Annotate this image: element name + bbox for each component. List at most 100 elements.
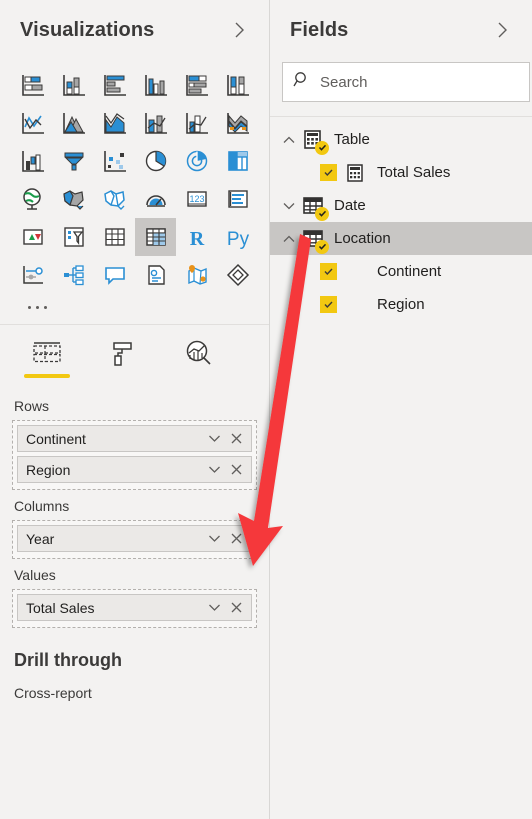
waterfall-chart-icon[interactable] <box>12 142 53 180</box>
close-icon[interactable] <box>225 597 247 619</box>
multi-row-card-icon[interactable] <box>217 180 258 218</box>
close-icon[interactable] <box>225 528 247 550</box>
more-options-icon[interactable] <box>28 296 261 318</box>
gallery-row <box>12 142 261 180</box>
gauge-icon[interactable] <box>135 180 176 218</box>
shape-map-icon[interactable] <box>94 180 135 218</box>
tree-table-label: Date <box>334 197 366 214</box>
key-influencers-icon[interactable] <box>12 256 53 294</box>
chevron-right-icon[interactable] <box>229 19 251 41</box>
funnel-chart-icon[interactable] <box>53 142 94 180</box>
scatter-chart-icon[interactable] <box>94 142 135 180</box>
stacked-bar-chart-icon[interactable] <box>12 66 53 104</box>
gallery-row <box>12 104 261 142</box>
tree-table-location[interactable]: Location <box>270 222 532 255</box>
donut-chart-icon[interactable] <box>176 142 217 180</box>
stacked-area-chart-icon[interactable] <box>94 104 135 142</box>
close-icon[interactable] <box>225 459 247 481</box>
python-visual-icon[interactable]: Py <box>217 218 258 256</box>
field-chip-continent[interactable]: Continent <box>17 425 252 452</box>
search-input[interactable]: Search <box>282 62 530 102</box>
tab-fields[interactable] <box>22 335 72 380</box>
measure-calculator-icon <box>347 163 365 182</box>
card-icon[interactable]: 123 <box>176 180 217 218</box>
smart-narrative-icon[interactable] <box>135 256 176 294</box>
hundred-percent-stacked-bar-chart-icon[interactable] <box>176 66 217 104</box>
tree-field-continent[interactable]: Continent <box>270 255 532 288</box>
field-label: Region <box>377 296 425 313</box>
line-and-stacked-column-chart-icon[interactable] <box>135 104 176 142</box>
chevron-down-icon[interactable] <box>276 201 302 211</box>
drill-through-title: Drill through <box>14 650 122 670</box>
values-well[interactable]: Total Sales <box>12 589 257 628</box>
check-badge-icon <box>315 140 329 155</box>
field-checkbox[interactable] <box>320 263 337 280</box>
visualizations-header: Visualizations <box>0 0 269 60</box>
clustered-column-chart-icon[interactable] <box>135 66 176 104</box>
field-chip-region[interactable]: Region <box>17 456 252 483</box>
tree-table-table[interactable]: Table <box>270 123 532 156</box>
tab-analytics[interactable] <box>174 335 224 380</box>
field-chip-year[interactable]: Year <box>17 525 252 552</box>
svg-text:123: 123 <box>189 194 204 204</box>
gallery-row <box>12 256 261 294</box>
line-chart-icon[interactable] <box>12 104 53 142</box>
tab-underline <box>176 374 222 378</box>
tree-table-date[interactable]: Date <box>270 189 532 222</box>
check-badge-icon <box>315 206 329 221</box>
visualization-gallery: 123 R Py <box>0 60 269 324</box>
field-wells: Rows Continent Region Columns Year Value… <box>0 380 269 628</box>
field-chip-total-sales[interactable]: Total Sales <box>17 594 252 621</box>
chevron-down-icon[interactable] <box>203 428 225 450</box>
filled-map-icon[interactable] <box>53 180 94 218</box>
check-badge-icon <box>315 239 329 254</box>
stacked-column-chart-icon[interactable] <box>53 66 94 104</box>
rows-well-label: Rows <box>14 398 50 414</box>
map-icon[interactable] <box>12 180 53 218</box>
paginated-report-icon[interactable] <box>217 256 258 294</box>
area-chart-icon[interactable] <box>53 104 94 142</box>
chevron-down-icon[interactable] <box>203 528 225 550</box>
rows-well[interactable]: Continent Region <box>12 420 257 490</box>
chevron-down-icon[interactable] <box>203 597 225 619</box>
powerbi-panes-root: Visualizations 123 R Py Rows Continent R… <box>0 0 532 819</box>
field-checkbox[interactable] <box>320 164 337 181</box>
pie-chart-icon[interactable] <box>135 142 176 180</box>
chevron-down-icon[interactable] <box>203 459 225 481</box>
qna-icon[interactable] <box>94 256 135 294</box>
tree-field-region[interactable]: Region <box>270 288 532 321</box>
svg-text:R: R <box>189 228 204 250</box>
tab-format[interactable] <box>98 335 148 380</box>
decomposition-tree-icon[interactable] <box>53 256 94 294</box>
treemap-icon[interactable] <box>217 142 258 180</box>
kpi-icon[interactable] <box>12 218 53 256</box>
matrix-icon[interactable] <box>135 218 176 256</box>
close-icon[interactable] <box>225 428 247 450</box>
columns-well-label: Columns <box>14 498 70 514</box>
field-label: Continent <box>377 263 442 280</box>
values-well-label: Values <box>14 567 56 583</box>
grid-table-icon <box>302 228 329 254</box>
tree-field-total-sales[interactable]: Total Sales <box>270 156 532 189</box>
r-script-visual-icon[interactable]: R <box>176 218 217 256</box>
line-and-clustered-column-chart-icon[interactable] <box>176 104 217 142</box>
arcgis-map-icon[interactable] <box>176 256 217 294</box>
gallery-row: R Py <box>12 218 261 256</box>
ribbon-chart-icon[interactable] <box>217 104 258 142</box>
fields-pane: Fields Search Table Total Sales Date Loc… <box>270 0 532 819</box>
clustered-bar-chart-icon[interactable] <box>94 66 135 104</box>
paint-roller-icon <box>108 335 138 371</box>
chevron-right-icon[interactable] <box>492 19 514 41</box>
visual-pane-tabs <box>0 325 269 380</box>
table-icon[interactable] <box>94 218 135 256</box>
tree-table-label: Location <box>334 230 391 247</box>
slicer-icon[interactable] <box>53 218 94 256</box>
field-checkbox[interactable] <box>320 296 337 313</box>
chip-label: Continent <box>26 430 86 447</box>
chip-label: Total Sales <box>26 599 95 616</box>
columns-well[interactable]: Year <box>12 520 257 559</box>
chevron-up-icon[interactable] <box>276 135 302 145</box>
chevron-up-icon[interactable] <box>276 234 302 244</box>
fields-table-icon <box>31 335 63 371</box>
hundred-percent-stacked-column-chart-icon[interactable] <box>217 66 258 104</box>
